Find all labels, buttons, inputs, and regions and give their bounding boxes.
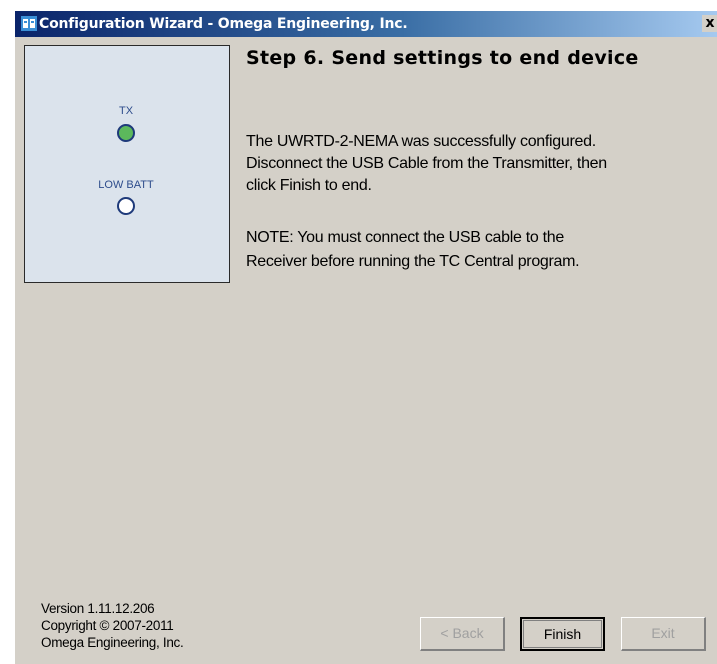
- title-bar[interactable]: Configuration Wizard - Omega Engineering…: [15, 11, 717, 37]
- copyright-text: Copyright © 2007-2011: [41, 618, 174, 633]
- close-icon: x: [705, 15, 715, 31]
- success-message: The UWRTD-2-NEMA was successfully config…: [246, 131, 706, 197]
- finish-button[interactable]: Finish: [520, 617, 605, 651]
- note-message: NOTE: You must connect the USB cable to …: [246, 226, 706, 274]
- note-line-2: Receiver before running the TC Central p…: [246, 253, 580, 270]
- message-line-2: Disconnect the USB Cable from the Transm…: [246, 155, 607, 172]
- window-title: Configuration Wizard - Omega Engineering…: [39, 16, 408, 32]
- step-title: Step 6. Send settings to end device: [246, 47, 639, 69]
- version-info: Version 1.11.12.206 Copyright © 2007-201…: [41, 600, 184, 651]
- tx-led-indicator: [117, 124, 135, 142]
- low-batt-label: LOW BATT: [98, 179, 154, 191]
- note-line-1: NOTE: You must connect the USB cable to …: [246, 229, 564, 246]
- message-line-3: click Finish to end.: [246, 177, 372, 194]
- version-text: Version 1.11.12.206: [41, 601, 155, 616]
- company-text: Omega Engineering, Inc.: [41, 635, 184, 650]
- device-led-panel: TX LOW BATT: [24, 45, 230, 283]
- back-button[interactable]: < Back: [420, 617, 505, 651]
- low-batt-led-indicator: [117, 197, 135, 215]
- message-line-1: The UWRTD-2-NEMA was successfully config…: [246, 133, 596, 150]
- app-icon: [21, 16, 37, 31]
- exit-button[interactable]: Exit: [621, 617, 706, 651]
- tx-label: TX: [118, 105, 134, 117]
- configuration-wizard-window: Configuration Wizard - Omega Engineering…: [13, 10, 717, 664]
- close-button[interactable]: x: [702, 15, 717, 32]
